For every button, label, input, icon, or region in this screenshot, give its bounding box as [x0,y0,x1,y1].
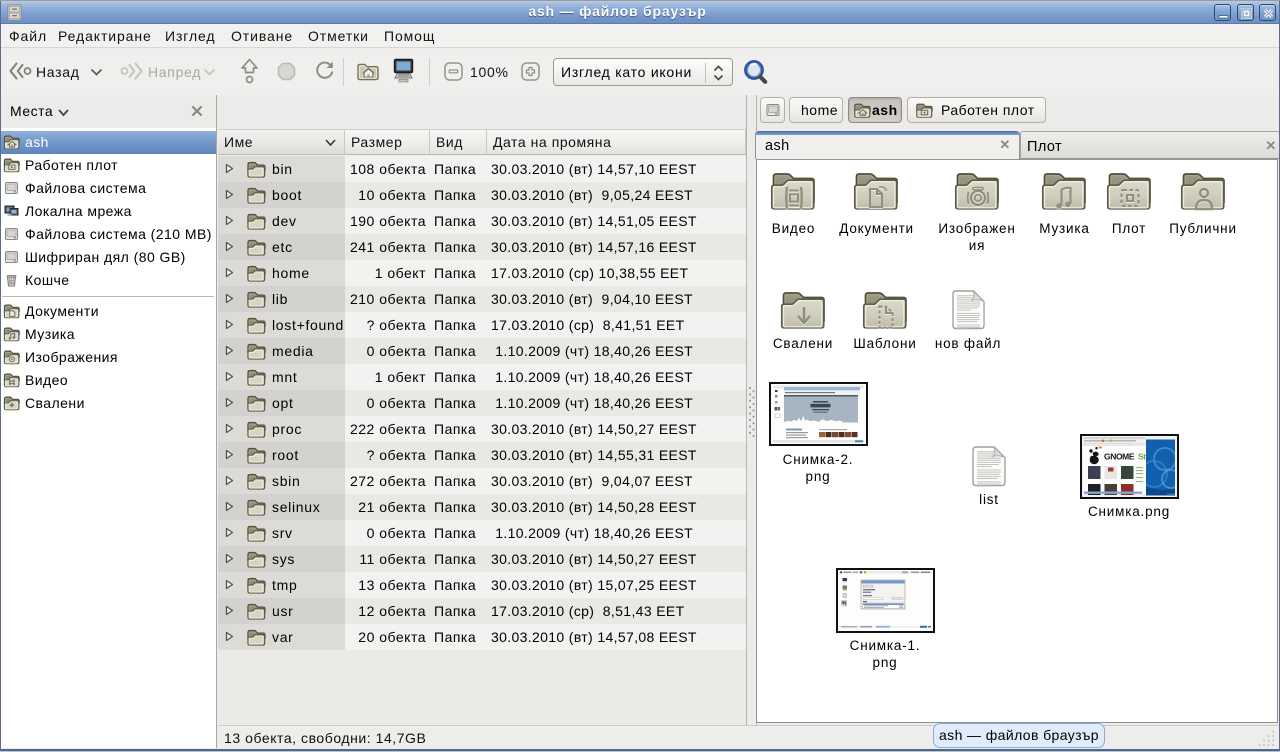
svg-text:GNOME: GNOME [1104,452,1135,462]
